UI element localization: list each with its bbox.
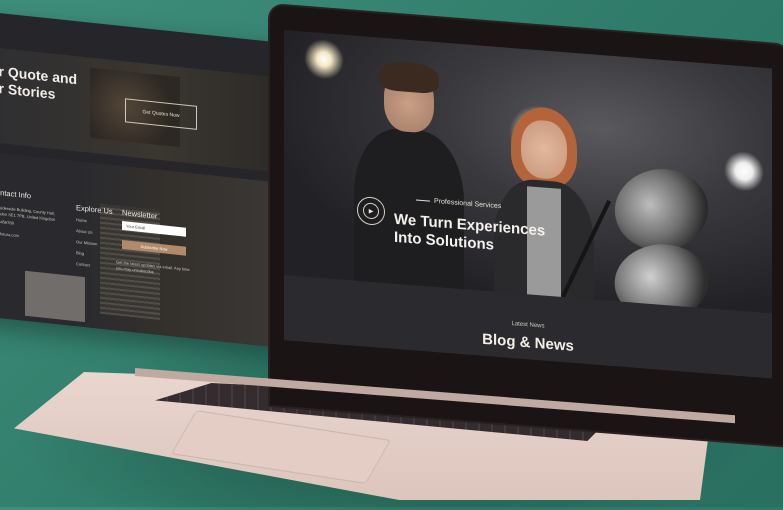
- explore-link-blog[interactable]: Blog: [76, 250, 84, 257]
- explore-link-home[interactable]: Home: [76, 217, 87, 224]
- hero-section: ▶ Professional Services We Turn Experien…: [284, 30, 772, 335]
- photographer-woman: [489, 104, 599, 335]
- website-screen: ▶ Professional Services We Turn Experien…: [284, 30, 772, 379]
- footer-page-preview: ur Quote and ur Stories Get Quotes Now o…: [0, 10, 287, 349]
- studio-light: [724, 149, 764, 193]
- contact-phone: 23456789: [0, 218, 14, 226]
- laptop-screen-frame: ▶ Professional Services We Turn Experien…: [270, 5, 783, 446]
- studio-light: [304, 37, 344, 81]
- box-image: [25, 270, 85, 323]
- photographer-man: [354, 59, 464, 305]
